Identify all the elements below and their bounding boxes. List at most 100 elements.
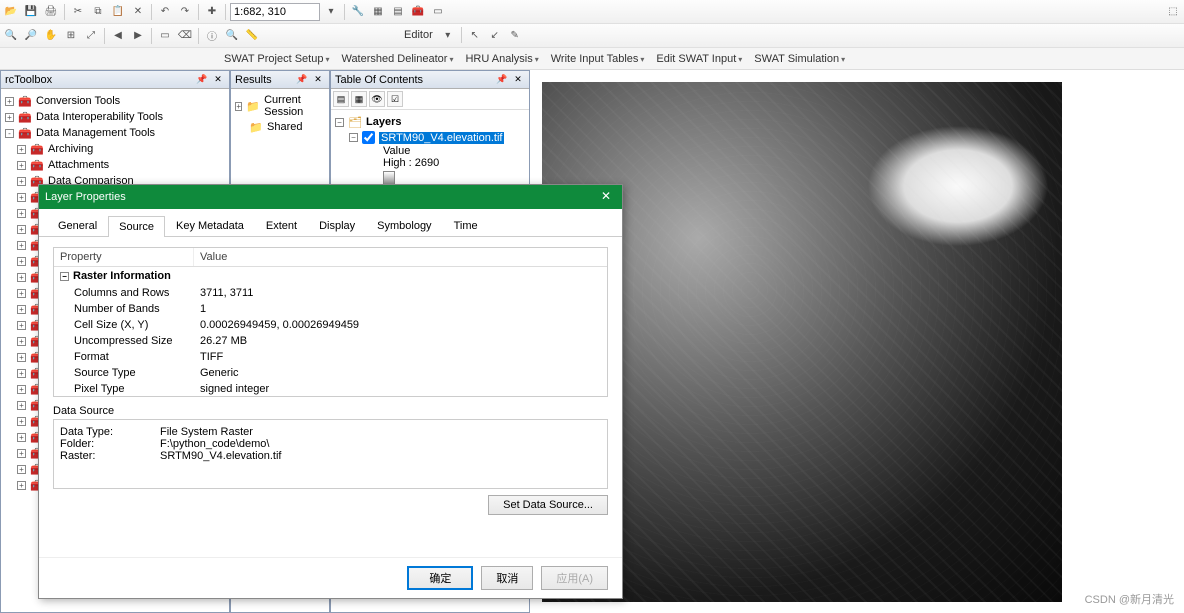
grid-header-property: Property — [54, 248, 194, 266]
property-row: Cell Size (X, Y)0.00026949459, 0.0002694… — [54, 317, 607, 333]
copy-icon[interactable]: ⧉ — [89, 3, 107, 21]
tab-extent[interactable]: Extent — [255, 215, 308, 236]
ds-row: Raster:SRTM90_V4.elevation.tif — [60, 450, 601, 462]
scale-input[interactable] — [230, 3, 320, 21]
menu-watershed[interactable]: Watershed Delineator — [337, 51, 457, 67]
tab-time[interactable]: Time — [443, 215, 489, 236]
editor-toolbar-icon[interactable]: 🔧 — [349, 3, 367, 21]
pin-icon[interactable]: 📌 — [495, 73, 509, 87]
pin-icon[interactable]: 📌 — [195, 73, 209, 87]
toc-high: High : 2690 — [335, 157, 525, 169]
prop-category[interactable]: −Raster Information — [54, 267, 607, 285]
cancel-button[interactable]: 取消 — [481, 566, 533, 590]
print-icon[interactable]: 🖨 — [42, 3, 60, 21]
property-row: Source TypeGeneric — [54, 365, 607, 381]
list-by-drawing-icon[interactable]: ▤ — [333, 91, 349, 107]
prev-extent-icon[interactable]: ◀ — [109, 27, 127, 45]
scale-dropdown-icon[interactable]: ▾ — [322, 3, 340, 21]
property-row: Number of Bands1 — [54, 301, 607, 317]
toc-value-label: Value — [335, 145, 525, 157]
property-row: Uncompressed Size26.27 MB — [54, 333, 607, 349]
identify-icon[interactable]: ⓘ — [203, 27, 221, 45]
property-row: Pixel Typesigned integer — [54, 381, 607, 397]
pan-icon[interactable]: ✋ — [42, 27, 60, 45]
close-icon[interactable]: ✕ — [511, 73, 525, 87]
add-data-icon[interactable]: ✚ — [203, 3, 221, 21]
editor-dropdown-icon[interactable]: ▾ — [439, 26, 457, 44]
list-by-source-icon[interactable]: ▦ — [351, 91, 367, 107]
ok-button[interactable]: 确定 — [407, 566, 473, 590]
paste-icon[interactable]: 📋 — [109, 3, 127, 21]
toolbox-item[interactable]: +🧰Attachments — [5, 157, 225, 173]
edit-tool-icon[interactable]: ↖ — [466, 26, 484, 44]
property-row: FormatTIFF — [54, 349, 607, 365]
data-source-label: Data Source — [53, 405, 608, 417]
editor-label[interactable]: Editor — [400, 29, 437, 41]
menu-write-input[interactable]: Write Input Tables — [547, 51, 649, 67]
layer-properties-dialog: Layer Properties ✕ GeneralSourceKey Meta… — [38, 184, 623, 599]
edit-vertices-icon[interactable]: ↙ — [486, 26, 504, 44]
map-view[interactable] — [530, 70, 1184, 613]
menu-hru[interactable]: HRU Analysis — [461, 51, 542, 67]
select-icon[interactable]: ▭ — [156, 27, 174, 45]
toolbox-icon: 🧰 — [18, 94, 32, 108]
toc-layers-root[interactable]: −🗂Layers — [335, 114, 525, 130]
toolbox-item[interactable]: +🧰Conversion Tools — [5, 93, 225, 109]
close-icon[interactable]: ✕ — [211, 73, 225, 87]
toolbox-icon[interactable]: 🧰 — [409, 3, 427, 21]
tab-symbology[interactable]: Symbology — [366, 215, 442, 236]
menu-edit-input[interactable]: Edit SWAT Input — [652, 51, 746, 67]
dialog-title: Layer Properties — [45, 191, 126, 203]
toc-layer[interactable]: −SRTM90_V4.elevation.tif — [335, 130, 525, 145]
clear-select-icon[interactable]: ⌫ — [176, 27, 194, 45]
zoom-out-icon[interactable]: 🔎 — [22, 27, 40, 45]
close-icon[interactable]: ✕ — [311, 73, 325, 87]
toc-icon[interactable]: ▤ — [389, 3, 407, 21]
measure-icon[interactable]: 📏 — [243, 27, 261, 45]
cut-icon[interactable]: ✂ — [69, 3, 87, 21]
list-by-visibility-icon[interactable]: 👁 — [369, 91, 385, 107]
misc-icon[interactable]: ⬚ — [1164, 3, 1182, 21]
catalog-icon[interactable]: ▦ — [369, 3, 387, 21]
toolbox-icon: 🧰 — [30, 142, 44, 156]
save-icon[interactable]: 💾 — [22, 3, 40, 21]
set-data-source-button[interactable]: Set Data Source... — [488, 495, 608, 515]
toolbox-icon: 🧰 — [18, 110, 32, 124]
undo-icon[interactable]: ↶ — [156, 3, 174, 21]
tab-key-metadata[interactable]: Key Metadata — [165, 215, 255, 236]
full-extent-icon[interactable]: ⊞ — [62, 27, 80, 45]
tab-general[interactable]: General — [47, 215, 108, 236]
next-extent-icon[interactable]: ▶ — [129, 27, 147, 45]
results-title: Results — [235, 74, 272, 86]
fixed-zoom-in-icon[interactable]: ⤢ — [82, 27, 100, 45]
toolbox-icon: 🧰 — [18, 126, 32, 140]
ds-row: Folder:F:\python_code\demo\ — [60, 438, 601, 450]
delete-icon[interactable]: ✕ — [129, 3, 147, 21]
layer-visibility-checkbox[interactable] — [362, 131, 375, 144]
pin-icon[interactable]: 📌 — [295, 73, 309, 87]
redo-icon[interactable]: ↷ — [176, 3, 194, 21]
menu-swat-setup[interactable]: SWAT Project Setup — [220, 51, 333, 67]
toolbox-item[interactable]: -🧰Data Management Tools — [5, 125, 225, 141]
close-icon[interactable]: ✕ — [596, 187, 616, 207]
toolbox-title: rcToolbox — [5, 74, 52, 86]
property-row: Columns and Rows3711, 3711 — [54, 285, 607, 301]
sketch-icon[interactable]: ✎ — [506, 26, 524, 44]
grid-header-value: Value — [194, 248, 233, 266]
find-icon[interactable]: 🔍 — [223, 27, 241, 45]
toolbox-item[interactable]: +🧰Archiving — [5, 141, 225, 157]
toolbox-item[interactable]: +🧰Data Interoperability Tools — [5, 109, 225, 125]
apply-button[interactable]: 应用(A) — [541, 566, 608, 590]
tab-display[interactable]: Display — [308, 215, 366, 236]
tab-source[interactable]: Source — [108, 216, 165, 237]
toolbox-icon: 🧰 — [30, 158, 44, 172]
toc-title: Table Of Contents — [335, 74, 423, 86]
results-session[interactable]: +📁Current Session — [235, 93, 325, 119]
results-shared[interactable]: 📁Shared — [235, 119, 325, 135]
python-icon[interactable]: ▭ — [429, 3, 447, 21]
ds-row: Data Type:File System Raster — [60, 426, 601, 438]
list-by-selection-icon[interactable]: ☑ — [387, 91, 403, 107]
open-icon[interactable]: 📂 — [2, 3, 20, 21]
menu-simulation[interactable]: SWAT Simulation — [750, 51, 849, 67]
zoom-in-icon[interactable]: 🔍 — [2, 27, 20, 45]
